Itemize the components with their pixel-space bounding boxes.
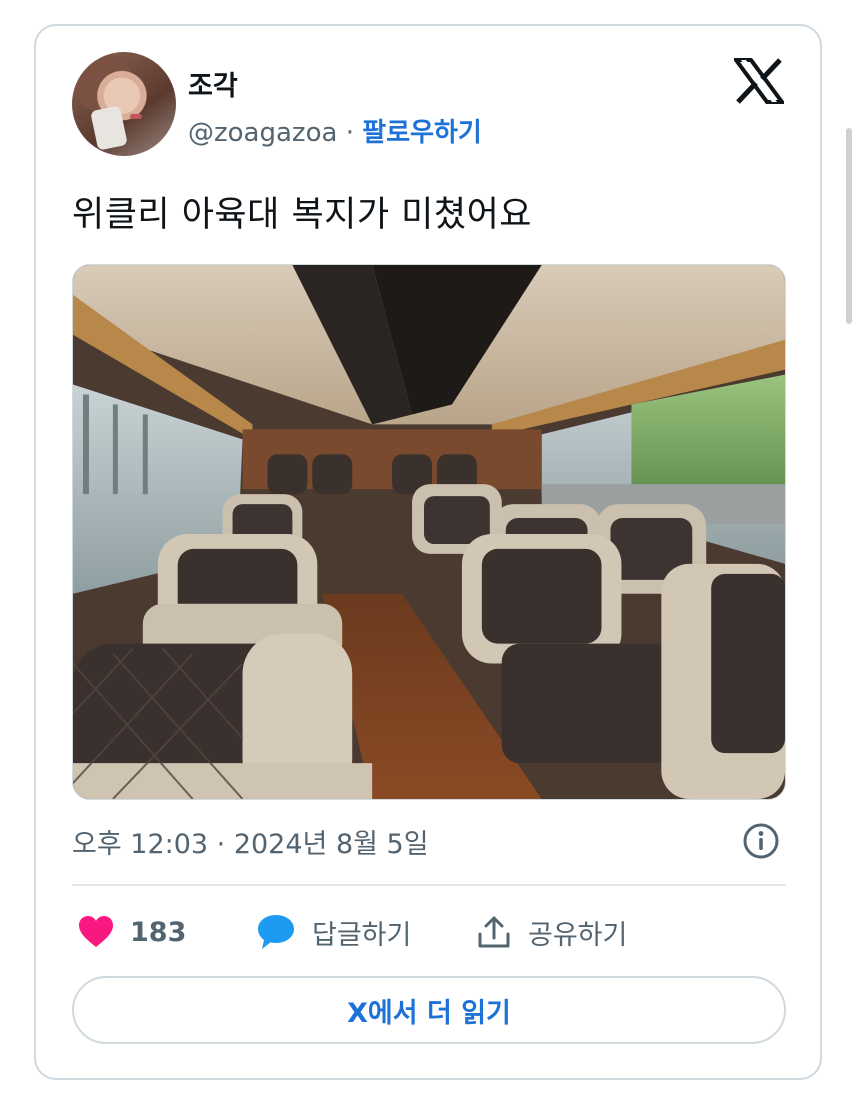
- read-more-on-x-button[interactable]: X에서 더 읽기: [72, 976, 786, 1044]
- like-button[interactable]: 183: [78, 912, 186, 952]
- x-logo-icon[interactable]: [734, 58, 784, 104]
- author-display-name[interactable]: 조각: [188, 64, 238, 103]
- reply-button[interactable]: 답글하기: [256, 912, 411, 952]
- share-upload-icon: [478, 916, 510, 948]
- scrollbar-thumb[interactable]: [846, 128, 852, 324]
- author-handle-row: @zoagazoa · 팔로우하기: [188, 112, 482, 149]
- handle-separator: ·: [345, 118, 354, 148]
- tweet-embed-card: 조각 @zoagazoa · 팔로우하기 위클리 아육대 복지가 미쳤어요 오후…: [34, 24, 822, 1080]
- speech-bubble-icon: [258, 915, 294, 949]
- info-icon[interactable]: [742, 822, 780, 860]
- author-handle[interactable]: @zoagazoa: [188, 118, 337, 148]
- avatar-cup-detail: [90, 105, 128, 151]
- author-avatar[interactable]: [72, 52, 176, 156]
- reply-label: 답글하기: [312, 919, 412, 951]
- avatar-lips-detail: [130, 114, 142, 119]
- follow-link[interactable]: 팔로우하기: [362, 118, 482, 148]
- divider: [72, 884, 786, 886]
- heart-icon: [79, 916, 113, 947]
- like-count: 183: [130, 916, 187, 948]
- tweet-text: 위클리 아육대 복지가 미쳤어요: [72, 195, 532, 235]
- share-label: 공유하기: [528, 919, 628, 951]
- tweet-timestamp[interactable]: 오후 12:03 · 2024년 8월 5일: [72, 822, 429, 861]
- share-button[interactable]: 공유하기: [476, 912, 627, 952]
- tweet-media-bus-interior-photo[interactable]: [72, 264, 786, 800]
